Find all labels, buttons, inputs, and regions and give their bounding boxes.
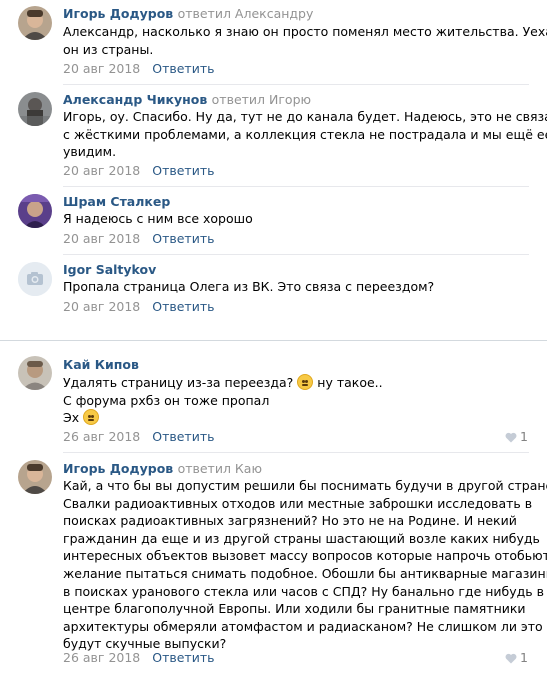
avatar[interactable] [18, 194, 52, 228]
comment-text-line: Александр, насколько я знаю он просто по… [63, 24, 547, 39]
avatar[interactable] [18, 356, 52, 390]
comment-text-part: ну такое.. [317, 375, 383, 390]
comment-text-line: в поисках уранового стекла или часов с С… [63, 583, 544, 599]
avatar[interactable] [18, 460, 52, 494]
comment-text-line: центре благополучной Европы. Или ходили … [63, 601, 526, 617]
author-name[interactable]: Александр Чикунов [63, 92, 207, 107]
comment-meta: 26 авг 2018 Ответить [63, 650, 214, 665]
comment-text-line: Я надеюсь с ним все хорошо [63, 211, 253, 226]
reply-button[interactable]: Ответить [152, 61, 214, 76]
comment-author: Игорь Додуров ответил Каю [63, 461, 262, 476]
comment-meta: 26 авг 2018 Ответить [63, 429, 214, 444]
comment-text: Пропала страница Олега из ВК. Это связа … [63, 278, 434, 296]
comment-text-line: Эх [63, 409, 383, 427]
relieved-emoji-icon [83, 409, 100, 426]
comment-author: Igor Saltykov [63, 262, 156, 277]
avatar[interactable] [18, 92, 52, 126]
comment-author: Шрам Сталкер [63, 194, 170, 209]
comment-text: Я надеюсь с ним все хорошо [63, 210, 253, 228]
comment-text-line: Кай, а что бы вы допустим решили бы посн… [63, 478, 547, 493]
comment-text-line: увидим. [63, 144, 117, 160]
divider [63, 254, 529, 255]
reply-button[interactable]: Ответить [152, 299, 214, 314]
like-count: 1 [520, 650, 528, 665]
divider [63, 84, 529, 85]
reply-to-label[interactable]: ответил Каю [178, 461, 262, 476]
heart-icon [505, 653, 517, 664]
reply-button[interactable]: Ответить [152, 650, 214, 665]
comment-text-part: Эх [63, 410, 80, 426]
reply-button[interactable]: Ответить [152, 163, 214, 178]
comment-date[interactable]: 20 авг 2018 [63, 163, 140, 178]
comment-text-line: архитектуры обмеряли атомфастом и радиас… [63, 618, 543, 634]
like-button[interactable]: 1 [505, 429, 528, 444]
reply-to-label[interactable]: ответил Игорю [212, 92, 311, 107]
divider [63, 186, 529, 187]
comment-text-line: Свалки радиоактивных отходов или местные… [63, 495, 533, 511]
thread-separator [0, 340, 547, 341]
comment-text-line: Игорь, оу. Спасибо. Ну да, тут не до кан… [63, 109, 547, 124]
author-name[interactable]: Кай Кипов [63, 357, 139, 372]
comment-text-line: желание пытаться снимать подобное. Обошл… [63, 565, 547, 581]
comment-text-line: Удалять страницу из-за переезда? ну тако… [63, 374, 383, 392]
author-name[interactable]: Игорь Додуров [63, 6, 173, 21]
author-name[interactable]: Igor Saltykov [63, 262, 156, 277]
comment-meta: 20 авг 2018 Ответить [63, 299, 214, 314]
like-count: 1 [520, 429, 528, 444]
comment-text-line: гражданин да еще и из другой страны шаст… [63, 530, 540, 546]
camera-icon[interactable] [18, 262, 52, 296]
avatar[interactable] [18, 6, 52, 40]
comment-meta: 20 авг 2018 Ответить [63, 231, 214, 246]
divider [63, 452, 529, 453]
author-name[interactable]: Игорь Додуров [63, 461, 173, 476]
comment-text-line: с жёсткими проблемами, а коллекция стекл… [63, 126, 547, 142]
comment-meta: 20 авг 2018 Ответить [63, 61, 214, 76]
comment-text-line: он из страны. [63, 41, 154, 57]
reply-button[interactable]: Ответить [152, 429, 214, 444]
comment-text: Александр, насколько я знаю он просто по… [63, 23, 547, 58]
author-name[interactable]: Шрам Сталкер [63, 194, 170, 209]
comment-text: Удалять страницу из-за переезда? ну тако… [63, 374, 383, 427]
comment-meta: 20 авг 2018 Ответить [63, 163, 214, 178]
comment-text: Игорь, оу. Спасибо. Ну да, тут не до кан… [63, 108, 547, 161]
comment-date[interactable]: 26 авг 2018 [63, 429, 140, 444]
comment-date[interactable]: 26 авг 2018 [63, 650, 140, 665]
comment-date[interactable]: 20 авг 2018 [63, 299, 140, 314]
heart-icon [505, 432, 517, 443]
comment-text-line: поисках радиоактивных загрязнений? Но эт… [63, 513, 517, 529]
comment-text: Кай, а что бы вы допустим решили бы посн… [63, 477, 547, 653]
comment-date[interactable]: 20 авг 2018 [63, 231, 140, 246]
comment-text-line: С форума рхбз он тоже пропал [63, 392, 270, 408]
comment-date[interactable]: 20 авг 2018 [63, 61, 140, 76]
like-button[interactable]: 1 [505, 650, 528, 665]
comment-text-part: Удалять страницу из-за переезда? [63, 375, 294, 390]
reply-button[interactable]: Ответить [152, 231, 214, 246]
comment-text-line: Пропала страница Олега из ВК. Это связа … [63, 279, 435, 294]
comment-text-line: интересных объектов вызовет массу вопрос… [63, 548, 547, 564]
comment-author: Кай Кипов [63, 357, 139, 372]
thinking-emoji-icon [297, 374, 314, 390]
comment-author: Игорь Додуров ответил Александру [63, 6, 313, 21]
reply-to-label[interactable]: ответил Александру [178, 6, 314, 21]
comment-author: Александр Чикунов ответил Игорю [63, 92, 311, 107]
